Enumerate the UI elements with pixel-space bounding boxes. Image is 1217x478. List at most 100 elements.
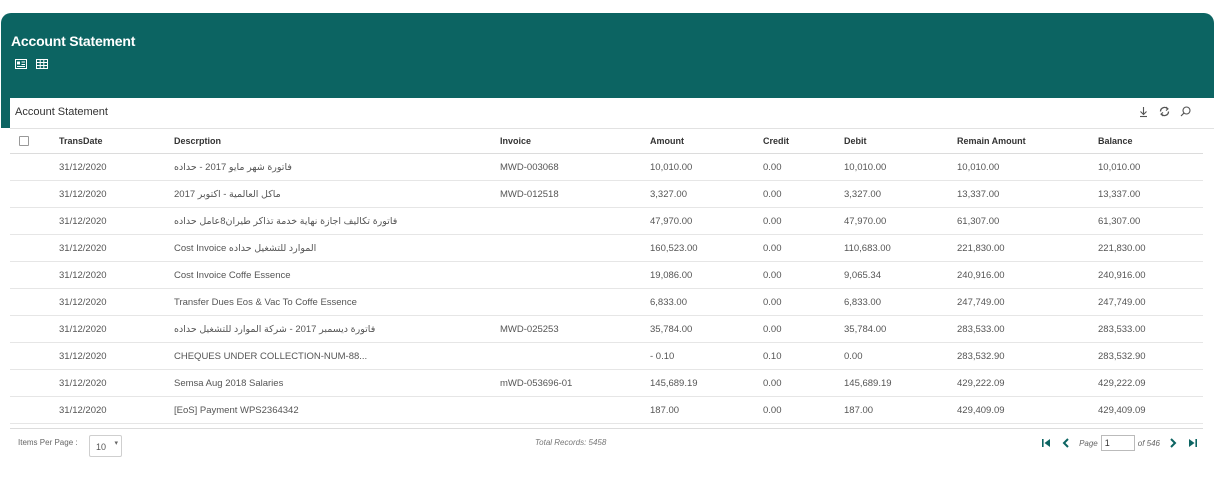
row-select-cell bbox=[10, 396, 59, 424]
table-row[interactable]: 31/12/2020 Semsa Aug 2018 Salaries mWD-053… bbox=[10, 369, 1203, 397]
items-per-page-select[interactable]: 10 ▾ bbox=[89, 435, 122, 457]
page-number-input[interactable] bbox=[1100, 435, 1135, 451]
grid-tools bbox=[1137, 105, 1192, 118]
page-count: of 546 bbox=[1137, 438, 1160, 448]
cell-transdate: 31/12/2020 bbox=[59, 288, 174, 316]
cell-debit: 47,970.00 bbox=[844, 207, 957, 235]
cell-description: CHEQUES UNDER COLLECTION-NUM-88... bbox=[174, 342, 500, 370]
cell-credit: 0.00 bbox=[763, 234, 844, 262]
grid-toolbar: Account Statement bbox=[10, 98, 1214, 129]
cell-remain-amount: 13,337.00 bbox=[957, 180, 1098, 208]
total-records: Total Records: 5458 bbox=[535, 438, 607, 447]
items-per-page-value: 10 bbox=[96, 442, 107, 452]
row-select-cell bbox=[10, 261, 59, 289]
cell-invoice bbox=[500, 261, 650, 289]
cell-transdate: 31/12/2020 bbox=[59, 153, 174, 181]
cell-amount: 6,833.00 bbox=[650, 288, 763, 316]
view-switcher bbox=[15, 56, 48, 69]
cell-balance: 283,532.90 bbox=[1098, 342, 1203, 370]
previous-page-icon[interactable] bbox=[1060, 437, 1072, 449]
column-header-credit[interactable]: Credit bbox=[763, 128, 844, 154]
statement-table: TransDate Descrption Invoice Amount Cred… bbox=[10, 128, 1203, 424]
last-page-icon[interactable] bbox=[1187, 437, 1199, 449]
column-header-debit[interactable]: Debit bbox=[844, 128, 957, 154]
cell-description: Semsa Aug 2018 Salaries bbox=[174, 369, 500, 397]
cell-balance: 10,010.00 bbox=[1098, 153, 1203, 181]
first-page-icon[interactable] bbox=[1040, 437, 1052, 449]
next-page-icon[interactable] bbox=[1167, 437, 1179, 449]
cell-remain-amount: 283,533.00 bbox=[957, 315, 1098, 343]
cell-transdate: 31/12/2020 bbox=[59, 342, 174, 370]
column-header-description[interactable]: Descrption bbox=[174, 128, 500, 154]
grid-footer: Items Per Page : 10 ▾ Total Records: 545… bbox=[10, 428, 1203, 459]
cell-balance: 283,533.00 bbox=[1098, 315, 1203, 343]
cell-balance: 61,307.00 bbox=[1098, 207, 1203, 235]
cell-invoice bbox=[500, 207, 650, 235]
table-row[interactable]: 31/12/2020 CHEQUES UNDER COLLECTION-NUM-8… bbox=[10, 342, 1203, 370]
cell-transdate: 31/12/2020 bbox=[59, 369, 174, 397]
cell-amount: 187.00 bbox=[650, 396, 763, 424]
cell-remain-amount: 429,409.09 bbox=[957, 396, 1098, 424]
select-all-checkbox[interactable] bbox=[19, 135, 29, 146]
download-icon[interactable] bbox=[1137, 105, 1150, 118]
cell-description: فاتورة ديسمبر 2017 - شركة الموارد للتشغي… bbox=[174, 315, 500, 343]
column-header-transdate[interactable]: TransDate bbox=[59, 128, 174, 154]
page-label: Page bbox=[1079, 438, 1098, 448]
cell-amount: 19,086.00 bbox=[650, 261, 763, 289]
cell-amount: 3,327.00 bbox=[650, 180, 763, 208]
cell-amount: 35,784.00 bbox=[650, 315, 763, 343]
table-row[interactable]: 31/12/2020 فاتورة تكاليف اجازة نهاية خدمة… bbox=[10, 207, 1203, 235]
cell-description: فاتورة شهر مايو 2017 - حداده bbox=[174, 153, 500, 181]
cell-credit: 0.00 bbox=[763, 180, 844, 208]
cell-debit: 145,689.19 bbox=[844, 369, 957, 397]
refresh-icon[interactable] bbox=[1158, 105, 1171, 118]
cell-remain-amount: 10,010.00 bbox=[957, 153, 1098, 181]
cell-transdate: 31/12/2020 bbox=[59, 261, 174, 289]
search-icon[interactable] bbox=[1179, 105, 1192, 118]
column-header-amount[interactable]: Amount bbox=[650, 128, 763, 154]
table-header-row: TransDate Descrption Invoice Amount Cred… bbox=[10, 128, 1203, 154]
grid-title: Account Statement bbox=[15, 106, 108, 118]
cell-balance: 221,830.00 bbox=[1098, 234, 1203, 262]
table-row[interactable]: 31/12/2020 Transfer Dues Eos & Vac To Cof… bbox=[10, 288, 1203, 316]
card-view-icon[interactable] bbox=[15, 56, 27, 69]
cell-debit: 35,784.00 bbox=[844, 315, 957, 343]
cell-invoice: mWD-053696-01 bbox=[500, 369, 650, 397]
chevron-down-icon: ▾ bbox=[114, 440, 118, 447]
column-header-balance[interactable]: Balance bbox=[1098, 128, 1203, 154]
table-row[interactable]: 31/12/2020 Cost Invoice Coffe Essence 19,0… bbox=[10, 261, 1203, 289]
table-row[interactable]: 31/12/2020 فاتورة ديسمبر 2017 - شركة المو… bbox=[10, 315, 1203, 343]
table-row[interactable]: 31/12/2020 Cost Invoice الموارد للتشغيل ح… bbox=[10, 234, 1203, 262]
table-row[interactable]: 31/12/2020 فاتورة شهر مايو 2017 - حداده MW… bbox=[10, 153, 1203, 181]
row-select-cell bbox=[10, 180, 59, 208]
cell-balance: 13,337.00 bbox=[1098, 180, 1203, 208]
cell-transdate: 31/12/2020 bbox=[59, 180, 174, 208]
cell-invoice bbox=[500, 234, 650, 262]
cell-invoice bbox=[500, 288, 650, 316]
cell-credit: 0.00 bbox=[763, 153, 844, 181]
cell-debit: 10,010.00 bbox=[844, 153, 957, 181]
grid-view-icon[interactable] bbox=[36, 56, 48, 69]
column-header-invoice[interactable]: Invoice bbox=[500, 128, 650, 154]
cell-description: [EoS] Payment WPS2364342 bbox=[174, 396, 500, 424]
column-header-remain-amount[interactable]: Remain Amount bbox=[957, 128, 1098, 154]
cell-invoice: MWD-025253 bbox=[500, 315, 650, 343]
cell-credit: 0.00 bbox=[763, 261, 844, 289]
row-select-cell bbox=[10, 153, 59, 181]
cell-description: Transfer Dues Eos & Vac To Coffe Essence bbox=[174, 288, 500, 316]
cell-credit: 0.00 bbox=[763, 315, 844, 343]
cell-remain-amount: 61,307.00 bbox=[957, 207, 1098, 235]
row-select-cell bbox=[10, 369, 59, 397]
cell-debit: 110,683.00 bbox=[844, 234, 957, 262]
cell-credit: 0.00 bbox=[763, 369, 844, 397]
table-row[interactable]: 31/12/2020 ماكل العالمية - اكتوبر 2017 MWD… bbox=[10, 180, 1203, 208]
table-row[interactable]: 31/12/2020 [EoS] Payment WPS2364342 187.00… bbox=[10, 396, 1203, 424]
cell-remain-amount: 283,532.90 bbox=[957, 342, 1098, 370]
cell-description: Cost Invoice الموارد للتشغيل حداده bbox=[174, 234, 500, 262]
cell-amount: 160,523.00 bbox=[650, 234, 763, 262]
cell-amount: 145,689.19 bbox=[650, 369, 763, 397]
cell-balance: 429,222.09 bbox=[1098, 369, 1203, 397]
cell-balance: 429,409.09 bbox=[1098, 396, 1203, 424]
cell-invoice bbox=[500, 396, 650, 424]
cell-invoice: MWD-012518 bbox=[500, 180, 650, 208]
